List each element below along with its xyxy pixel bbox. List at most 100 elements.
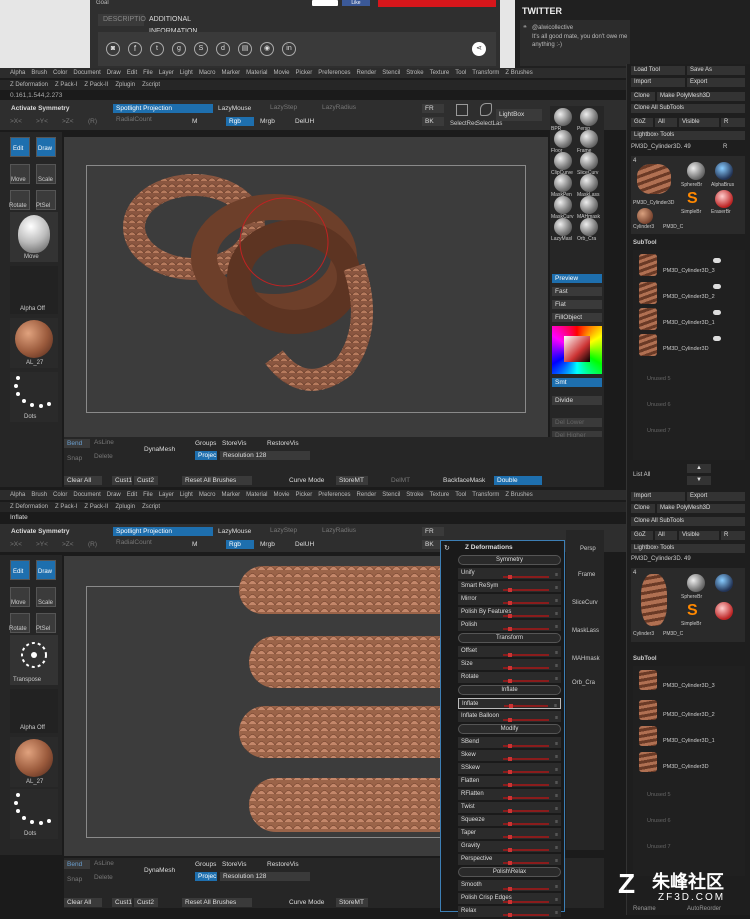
projec-button[interactable]: Projec — [195, 451, 217, 460]
slider-knob[interactable] — [508, 848, 512, 852]
sym-r-button[interactable]: (R) — [88, 541, 97, 548]
axis-icon[interactable]: ≡ — [555, 583, 558, 594]
selectrect-icon[interactable] — [456, 104, 468, 116]
menu-document[interactable]: Document — [73, 70, 100, 76]
axis-icon[interactable]: ≡ — [555, 596, 558, 607]
simplebrush-thumbnail[interactable]: S — [687, 190, 705, 208]
deform-section-symmetry[interactable]: Symmetry — [458, 555, 561, 565]
menu-macro[interactable]: Macro — [199, 70, 216, 76]
reset-all-brushes-button[interactable]: Reset All Brushes — [182, 898, 252, 907]
sym-x-button[interactable]: >X< — [10, 541, 22, 548]
slider-knob[interactable] — [508, 900, 512, 904]
groups-button[interactable]: Groups — [195, 861, 216, 868]
facebook-icon[interactable]: f — [128, 42, 142, 56]
axis-icon[interactable]: ≡ — [555, 765, 558, 776]
persp-icon[interactable] — [580, 108, 598, 126]
material-slot[interactable]: AL_27 — [10, 737, 58, 787]
dynamesh-button[interactable]: DynaMesh — [144, 867, 175, 874]
menu-file[interactable]: File — [143, 492, 153, 498]
axis-icon[interactable]: ≡ — [555, 908, 558, 919]
deform-skew-slider[interactable]: Skew ≡ — [458, 750, 561, 761]
bookmark-icon[interactable]: ▤ — [238, 42, 252, 56]
import-button[interactable]: Import — [631, 492, 685, 501]
sym-z-button[interactable]: >Z< — [62, 541, 74, 548]
all-button[interactable]: All — [655, 531, 677, 540]
curve-mode-button[interactable]: Curve Mode — [289, 477, 324, 484]
deform-sbend-slider[interactable]: SBend ≡ — [458, 737, 561, 748]
visibility-toggle[interactable] — [713, 310, 721, 315]
snap-button[interactable]: Snap — [67, 455, 82, 462]
menu-layer[interactable]: Layer — [159, 70, 174, 76]
deform-inflate-slider[interactable]: Inflate ≡ — [458, 698, 561, 709]
material-slot[interactable]: AL_27 — [10, 318, 58, 368]
menu-edit[interactable]: Edit — [127, 492, 137, 498]
submenu-zplugin[interactable]: Zplugin — [115, 504, 135, 510]
menu-tool[interactable]: Tool — [455, 70, 466, 76]
axis-icon[interactable]: ≡ — [555, 804, 558, 815]
submenu-z-pack-i[interactable]: Z Pack-I — [55, 82, 77, 88]
r-button[interactable]: R — [721, 118, 745, 127]
submenu-zscript[interactable]: Zscript — [142, 504, 160, 510]
spherebrush-thumbnail[interactable] — [687, 162, 705, 180]
subtool-thumb-0[interactable] — [639, 752, 657, 772]
axis-icon[interactable]: ≡ — [555, 895, 558, 906]
lazymouse-button[interactable]: LazyMouse — [218, 105, 251, 112]
clone-button[interactable]: Clone — [631, 92, 655, 101]
visibility-toggle[interactable] — [713, 336, 721, 341]
menu-z-brushes[interactable]: Z Brushes — [505, 70, 532, 76]
axis-icon[interactable]: ≡ — [555, 817, 558, 828]
axis-icon[interactable]: ≡ — [555, 648, 558, 659]
axis-icon[interactable]: ≡ — [555, 570, 558, 581]
snake-tool-thumbnail[interactable] — [637, 164, 671, 194]
deluh-button[interactable]: DelUH — [295, 541, 314, 548]
restorevis-button[interactable]: RestoreVis — [267, 861, 299, 868]
deform-flatten-slider[interactable]: Flatten ≡ — [458, 776, 561, 787]
deform-offset-slider[interactable]: Offset ≡ — [458, 646, 561, 657]
axis-icon[interactable]: ≡ — [555, 739, 558, 750]
google-plus-icon[interactable]: g — [172, 42, 186, 56]
share-widget[interactable] — [312, 0, 338, 6]
subtool-thumb-3[interactable] — [639, 670, 657, 690]
clear-all-button[interactable]: Clear All — [64, 898, 102, 907]
lazyradius-slider[interactable]: LazyRadius — [322, 527, 356, 534]
digg-icon[interactable]: d — [216, 42, 230, 56]
menu-stencil[interactable]: Stencil — [382, 70, 400, 76]
divide-button[interactable]: Divide — [552, 396, 602, 405]
eraserbrush-thumbnail[interactable] — [715, 190, 733, 208]
del-lower-button[interactable]: Del Lower — [552, 418, 602, 427]
clone-button[interactable]: Clone — [631, 504, 655, 513]
masklass-icon[interactable] — [580, 174, 598, 192]
menu-stencil[interactable]: Stencil — [382, 492, 400, 498]
menu-stroke[interactable]: Stroke — [406, 70, 423, 76]
spotlight-projection-button[interactable]: Spotlight Projection — [113, 527, 213, 536]
slider-knob[interactable] — [508, 588, 512, 592]
slicecurv-icon[interactable] — [580, 152, 598, 170]
projec-button[interactable]: Projec — [195, 872, 217, 881]
menu-alpha[interactable]: Alpha — [10, 492, 25, 498]
lightbox-button[interactable]: LightBox — [496, 109, 542, 121]
subtool-name-1[interactable]: PM3D_Cylinder3D_1 — [663, 320, 715, 326]
m-button[interactable]: M — [192, 541, 197, 548]
submenu-zplugin[interactable]: Zplugin — [115, 82, 135, 88]
storevis-button[interactable]: StoreVis — [222, 861, 246, 868]
menu-brush[interactable]: Brush — [31, 70, 47, 76]
canvas-top[interactable] — [64, 137, 548, 437]
eraserbrush-thumbnail[interactable] — [715, 602, 733, 620]
menu-texture[interactable]: Texture — [430, 70, 450, 76]
menu-edit[interactable]: Edit — [127, 70, 137, 76]
axis-icon[interactable]: ≡ — [555, 674, 558, 685]
menu-color[interactable]: Color — [53, 492, 67, 498]
import-button[interactable]: Import — [631, 78, 685, 87]
frame-icon[interactable] — [580, 130, 598, 148]
menu-render[interactable]: Render — [357, 492, 377, 498]
slider-knob[interactable] — [508, 744, 512, 748]
subtool-thumb-2[interactable] — [639, 700, 657, 720]
axis-icon[interactable]: ≡ — [555, 843, 558, 854]
m-button[interactable]: M — [192, 118, 197, 125]
twitter-icon[interactable]: t — [150, 42, 164, 56]
asline-button[interactable]: AsLine — [94, 439, 114, 446]
all-button[interactable]: All — [655, 118, 677, 127]
sym-r-button[interactable]: (R) — [88, 118, 97, 125]
submenu-z-deformation[interactable]: Z Deformation — [10, 504, 48, 510]
menu-texture[interactable]: Texture — [430, 492, 450, 498]
